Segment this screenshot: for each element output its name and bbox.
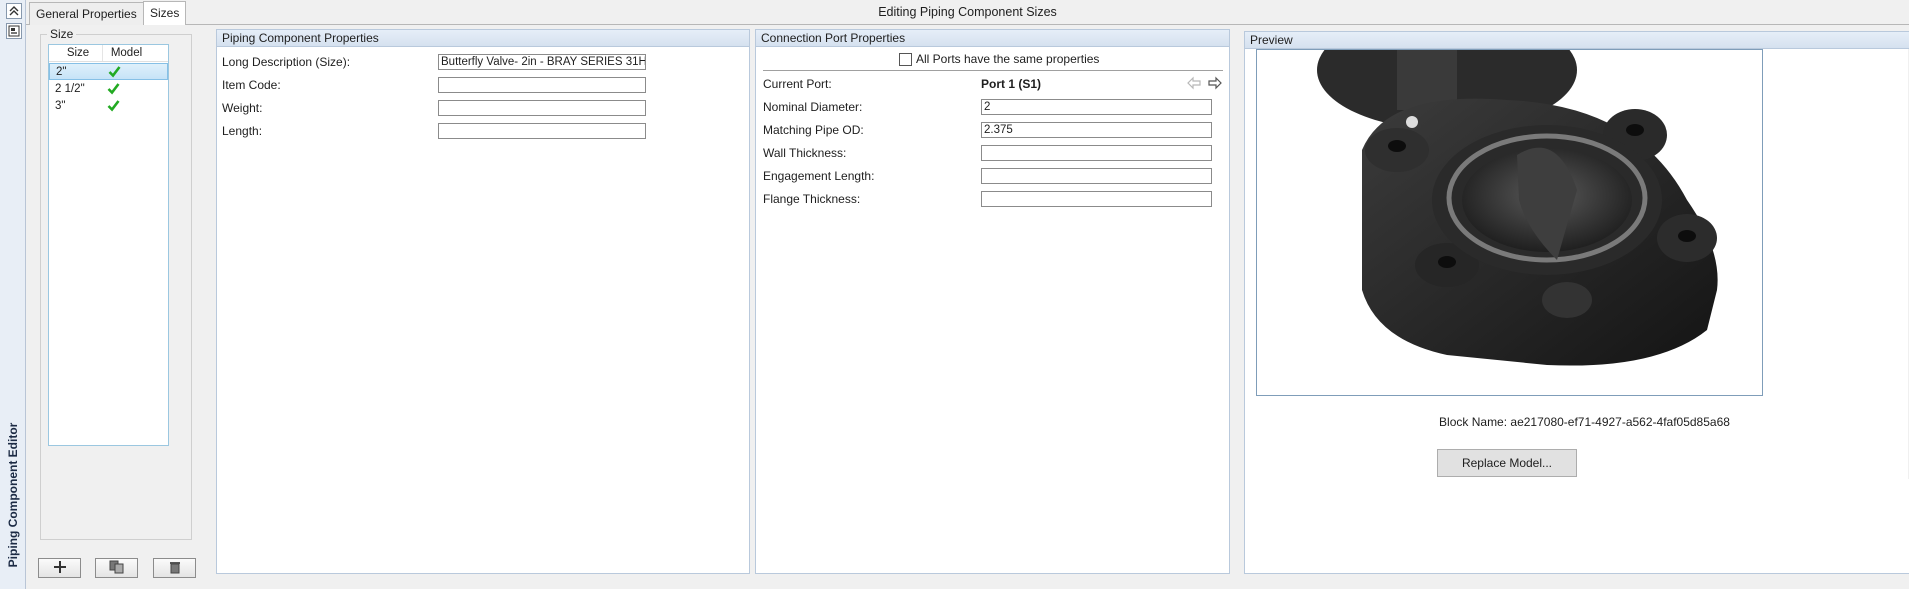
check-icon [107,82,120,98]
size-value: 3" [55,100,66,112]
flange-thickness-field[interactable] [981,191,1212,207]
size-group-label: Size [47,27,77,41]
matching-pipe-od-label: Matching Pipe OD: [763,123,864,137]
model-preview[interactable] [1256,49,1763,396]
tab-bar: Editing Piping Component Sizes General P… [26,0,1909,25]
weight-field[interactable] [438,100,646,116]
side-strip: Piping Component Editor [0,0,26,589]
size-row[interactable]: 3" [49,98,168,115]
flange-thickness-label: Flange Thickness: [763,192,861,206]
engagement-length-label: Engagement Length: [763,169,875,183]
item-code-field[interactable] [438,77,646,93]
same-properties-label: All Ports have the same properties [916,52,1100,66]
current-port-value: Port 1 (S1) [981,77,1042,91]
check-icon [108,65,121,81]
long-description-label: Long Description (Size): [222,55,351,69]
tab-general-properties[interactable]: General Properties [29,2,144,25]
column-model[interactable]: Model [102,45,150,61]
previous-port-icon[interactable] [1186,76,1202,93]
size-value: 2" [56,66,67,78]
check-icon [107,99,120,115]
layout-icon[interactable] [6,23,22,39]
matching-pipe-od-field[interactable]: 2.375 [981,122,1212,138]
copy-size-button[interactable] [95,558,138,578]
butterfly-valve-image [1317,50,1718,366]
wall-thickness-label: Wall Thickness: [763,146,847,160]
delete-size-button[interactable] [153,558,196,578]
panel-header: Piping Component Properties [217,30,749,47]
long-description-field[interactable]: Butterfly Valve- 2in - BRAY SERIES 31H, … [438,54,646,70]
item-code-label: Item Code: [222,78,281,92]
copy-icon [109,560,125,577]
add-icon [53,560,67,577]
size-value: 2 1/2" [55,83,85,95]
divider [763,70,1223,71]
block-name: Block Name: ae217080-ef71-4927-a562-4faf… [1439,415,1730,429]
length-field[interactable] [438,123,646,139]
size-row[interactable]: 2" [49,63,168,80]
piping-component-properties-panel: Piping Component Properties Long Descrip… [216,29,750,574]
column-size[interactable]: Size [55,45,101,61]
preview-panel: Preview Block Name: ae217080-ef71-4927-a… [1244,31,1909,574]
nominal-diameter-label: Nominal Diameter: [763,100,863,114]
weight-label: Weight: [222,101,263,115]
next-port-icon[interactable] [1207,76,1223,93]
size-list-header: Size Model [49,45,168,62]
connection-port-properties-panel: Connection Port Properties All Ports hav… [755,29,1230,574]
tab-sizes[interactable]: Sizes [143,1,187,25]
add-size-button[interactable] [38,558,81,578]
same-properties-checkbox[interactable] [899,53,912,66]
window-title: Editing Piping Component Sizes [878,5,1057,19]
panel-header: Preview [1245,32,1909,49]
delete-icon [168,560,182,577]
wall-thickness-field[interactable] [981,145,1212,161]
replace-model-button[interactable]: Replace Model... [1437,449,1577,477]
engagement-length-field[interactable] [981,168,1212,184]
main-area: Size Size Model 2" 2 1/2" 3" Piping Comp… [26,25,1909,589]
size-list[interactable]: Size Model 2" 2 1/2" 3" [48,44,169,446]
side-title: Piping Component Editor [6,422,20,567]
size-row[interactable]: 2 1/2" [49,81,168,98]
nominal-diameter-field[interactable]: 2 [981,99,1212,115]
collapse-up-icon[interactable] [6,3,22,19]
panel-header: Connection Port Properties [756,30,1229,47]
current-port-label: Current Port: [763,77,832,91]
length-label: Length: [222,124,263,138]
